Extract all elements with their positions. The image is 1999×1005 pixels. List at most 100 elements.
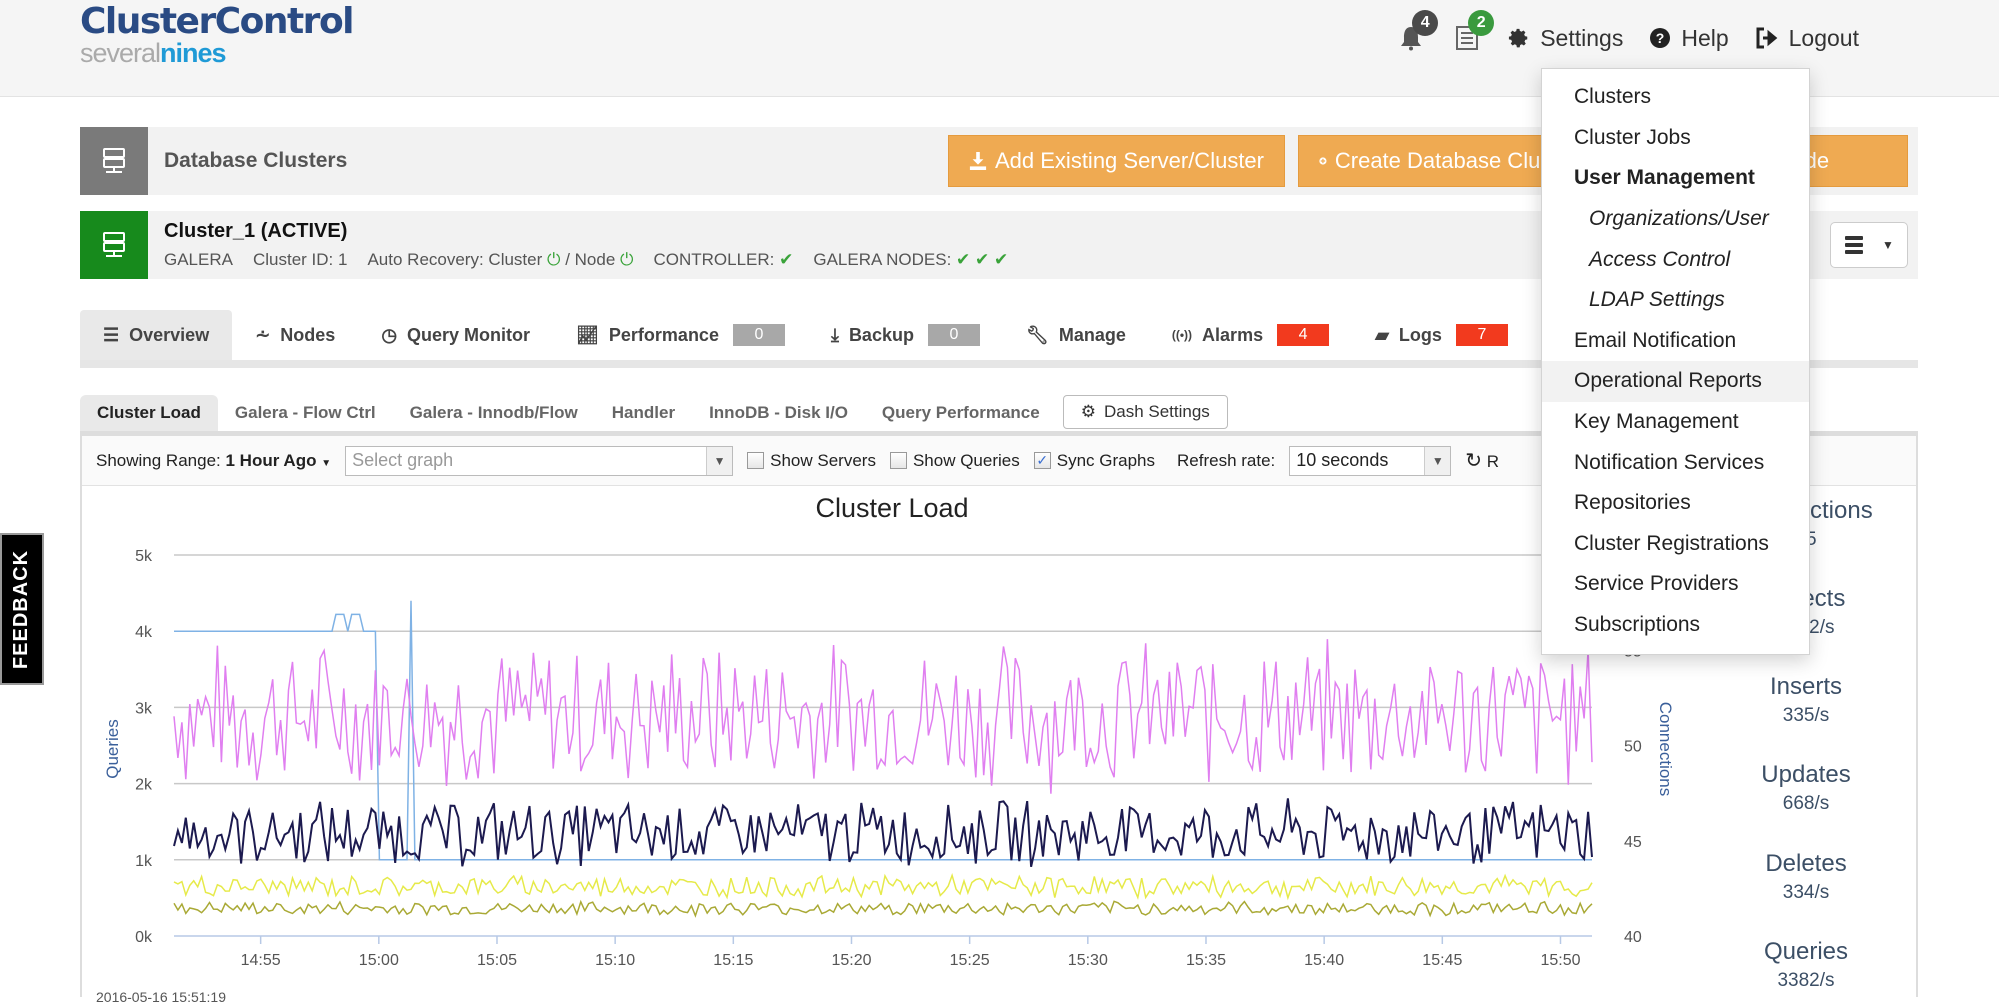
series-line-updates [173,872,1593,901]
settings-menu-button[interactable]: Settings [1508,25,1623,52]
subtab-query-performance[interactable]: Query Performance [865,395,1057,431]
series-line-connections [174,600,1592,861]
cluster-name[interactable]: Cluster_1 (ACTIVE) [164,220,347,243]
cluster-load-chart: Cluster Load 0k1k2k3k4k5k4045505514:5515… [103,493,1675,969]
power-icon[interactable]: ⏻ [620,250,633,269]
notifications-badge: 4 [1412,10,1439,36]
logout-label: Logout [1788,24,1859,51]
tab-manage[interactable]: 🔧︎ Manage [1003,310,1149,360]
range-selector[interactable]: Showing Range: 1 Hour Ago ▼ [96,451,331,471]
cluster-actions-dropdown[interactable]: ▼ [1830,222,1908,268]
show-servers-label: Show Servers [770,450,876,470]
tab-nodes[interactable]: ⩪ Nodes [232,310,358,360]
settings-menu-item-subscriptions[interactable]: Subscriptions [1542,605,1809,646]
tab-logs[interactable]: ▰ Logs 7 [1352,310,1531,360]
tab-alarms[interactable]: ((•)) Alarms 4 [1149,310,1352,360]
download-icon [969,152,987,170]
show-servers-checkbox[interactable]: Show Servers [747,451,876,471]
settings-menu-item-repositories[interactable]: Repositories [1542,483,1809,524]
svg-text:?: ? [1656,30,1665,46]
settings-menu-item-organizations-user[interactable]: Organizations/User [1542,199,1809,240]
inbox-icon: ▰ [1375,324,1389,345]
settings-menu-item-ldap-settings[interactable]: LDAP Settings [1542,280,1809,321]
feedback-tab[interactable]: FEEDBACK [0,533,44,685]
x-tick-label: 15:45 [1422,952,1462,969]
settings-menu-item-notification-services[interactable]: Notification Services [1542,442,1809,483]
x-tick-label: 15:05 [477,952,517,969]
x-tick-label: 15:30 [1068,952,1108,969]
server-icon [80,127,148,195]
tab-label: Alarms [1202,324,1264,345]
show-queries-checkbox[interactable]: Show Queries [889,451,1020,471]
refresh-button[interactable]: ↻ R [1465,448,1499,473]
tab-label: Logs [1398,324,1442,345]
settings-menu-item-service-providers[interactable]: Service Providers [1542,564,1809,605]
performance-count: 0 [732,324,785,346]
series-line-inserts-deletes [173,899,1593,918]
checkbox-box[interactable] [889,452,907,469]
range-value: 1 Hour Ago [225,450,317,470]
help-label: Help [1681,24,1729,51]
checkbox-box-checked[interactable]: ✓ [1033,452,1051,469]
y2-tick-label: 50 [1624,739,1642,756]
sign-out-icon [1756,27,1777,49]
tab-label: Manage [1058,324,1126,345]
stat-value: 668/s [1782,793,1830,814]
stat-inserts: Inserts 335/s [1696,673,1916,727]
gear-icon [1509,28,1528,48]
settings-menu-item-cluster-registrations[interactable]: Cluster Registrations [1542,524,1809,565]
tab-performance[interactable]: 📈︎ Performance 0 [553,310,808,360]
select-graph-dropdown[interactable]: Select graph ▼ [345,445,734,476]
sync-graphs-checkbox[interactable]: ✓ Sync Graphs [1033,451,1155,471]
stat-updates: Updates 668/s [1696,761,1916,815]
settings-menu-item-clusters[interactable]: Clusters [1542,77,1809,118]
y2-tick-label: 45 [1624,834,1642,851]
jobs-button[interactable]: 2 [1452,10,1495,58]
power-icon[interactable]: ⏻ [547,250,560,269]
settings-menu-item-cluster-jobs[interactable]: Cluster Jobs [1542,118,1809,159]
subtab-cluster-load[interactable]: Cluster Load [80,395,218,431]
subtab-handler[interactable]: Handler [595,395,692,431]
settings-menu-item-access-control[interactable]: Access Control [1542,239,1809,280]
top-nav: 4 2 Settings ? Help Logout [1396,10,1859,58]
help-button[interactable]: ? Help [1649,24,1729,52]
settings-menu-item-key-management[interactable]: Key Management [1542,402,1809,443]
auto-recovery-node-label: / Node [565,250,616,269]
dash-settings-button[interactable]: ⚙ Dash Settings [1062,395,1228,429]
series-line-selects [173,798,1593,868]
series-line-queries [173,639,1593,794]
stat-deletes: Deletes 334/s [1696,850,1916,904]
cluster-type: GALERA [164,250,233,269]
stat-queries: Queries 3382/s [1696,938,1916,992]
tab-overview[interactable]: ☰ Overview [80,310,233,360]
broadcast-icon: ((•)) [1171,328,1193,342]
chart-timestamp: 2016-05-16 15:51:19 [96,989,226,1005]
checkbox-box[interactable] [747,452,765,469]
settings-menu-item-user-management[interactable]: User Management [1542,158,1809,199]
subtab-galera-flow-ctrl[interactable]: Galera - Flow Ctrl [218,395,393,431]
subtab-innodb-disk-io[interactable]: InnoDB - Disk I/O [692,395,865,431]
x-tick-label: 15:50 [1540,952,1580,969]
x-tick-label: 14:55 [241,952,281,969]
subtab-galera-innodb-flow[interactable]: Galera - Innodb/Flow [393,395,595,431]
refresh-rate-select[interactable]: 10 seconds ▼ [1289,445,1452,476]
clustercontrol-logo[interactable]: ClusterControl severalnines [80,2,355,67]
x-tick-label: 15:10 [595,952,635,969]
auto-recovery-label: Auto Recovery: Cluster [367,250,543,269]
chevron-down-icon: ▼ [706,446,733,475]
y-tick-label: 1k [135,853,153,870]
logout-button[interactable]: Logout [1755,25,1859,52]
x-tick-label: 15:00 [359,952,399,969]
caret-down-icon: ▼ [1882,238,1894,252]
refresh-icon: ↻ [1465,450,1483,472]
line-chart-icon: 📈︎ [576,324,599,345]
x-tick-label: 15:40 [1304,952,1344,969]
settings-menu-item-email-notification[interactable]: Email Notification [1542,321,1809,362]
notifications-button[interactable]: 4 [1396,10,1439,58]
settings-menu-item-operational-reports[interactable]: Operational Reports [1542,361,1809,402]
add-existing-cluster-button[interactable]: Add Existing Server/Cluster [948,135,1285,187]
tab-backup[interactable]: ⤓ Backup 0 [808,310,1003,360]
tab-query-monitor[interactable]: ◷ Query Monitor [358,310,553,360]
y2-axis-label: Connections [1656,702,1675,797]
question-circle-icon: ? [1650,28,1671,48]
